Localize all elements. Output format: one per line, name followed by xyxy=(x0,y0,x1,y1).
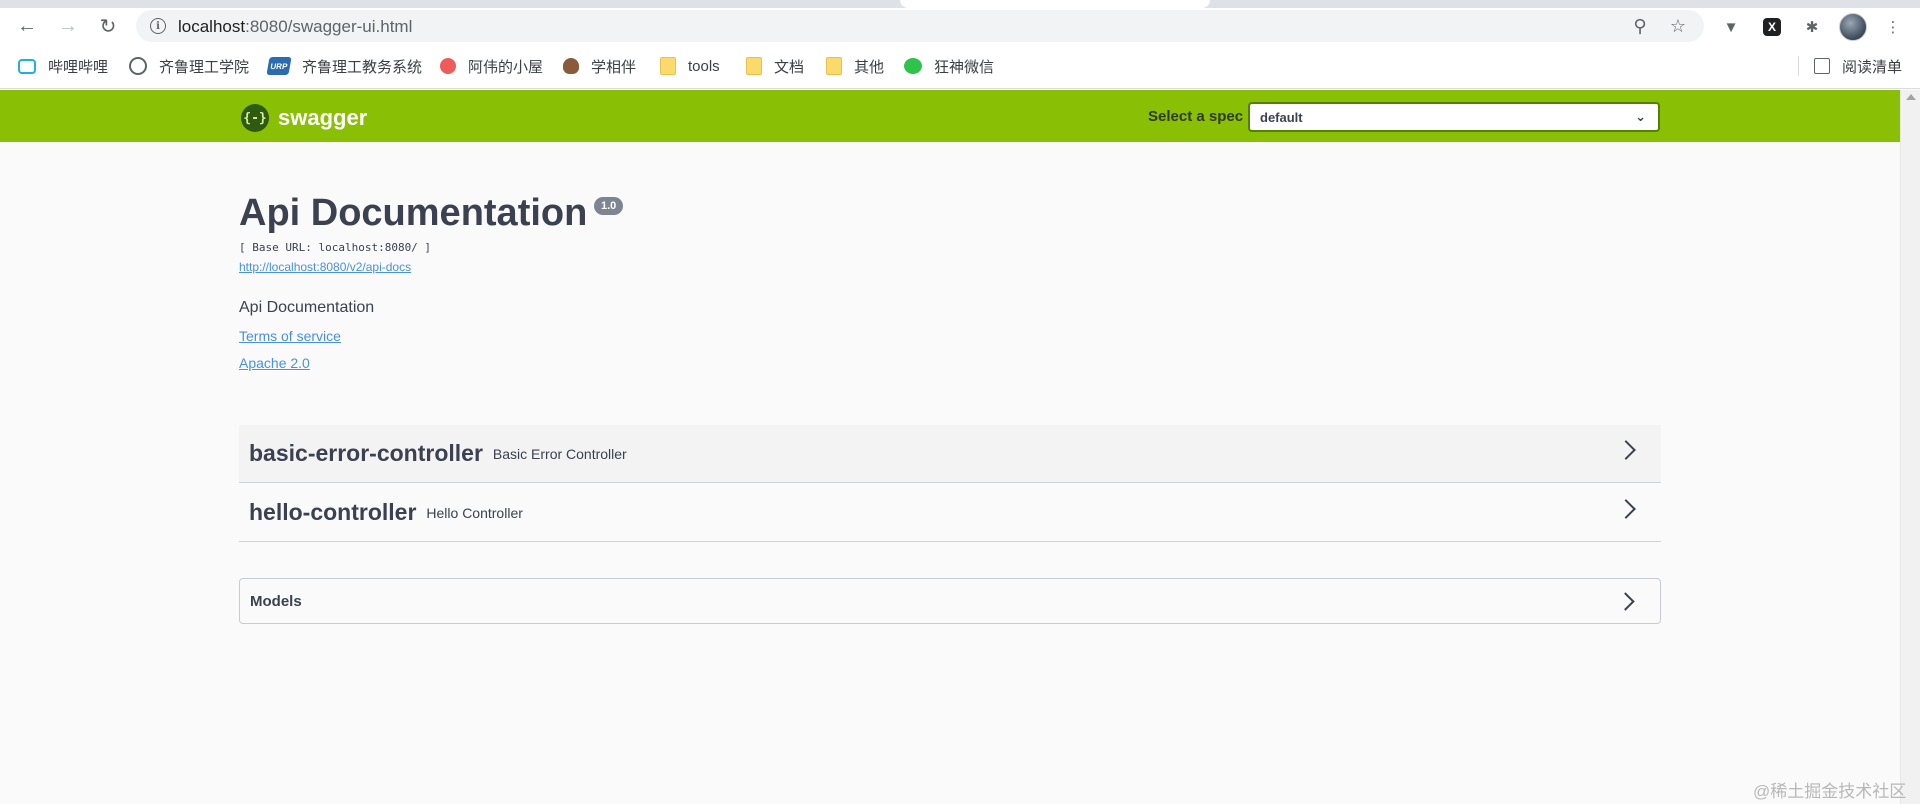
base-url: [ Base URL: localhost:8080/ ] xyxy=(239,241,432,254)
folder-icon xyxy=(660,57,676,75)
swagger-page: {-} swagger Select a spec default ⌄ Api … xyxy=(0,90,1900,804)
zoom-icon[interactable]: ⚲ xyxy=(1630,16,1650,36)
watermark: @稀土掘金技术社区 xyxy=(1753,782,1907,801)
url-host: localhost xyxy=(178,17,246,36)
extensions-puzzle-icon[interactable]: ✱ xyxy=(1801,16,1823,38)
api-description: Api Documentation xyxy=(239,299,375,316)
bookmark-label: tools xyxy=(688,57,720,75)
back-icon[interactable]: ← xyxy=(13,12,41,40)
bookmark-label: 齐鲁理工学院 xyxy=(159,58,250,76)
bookmark-label: 其他 xyxy=(854,58,885,76)
bookmark-label: 齐鲁理工教务系统 xyxy=(302,58,423,76)
bookmark-xuexiangban[interactable]: 学相伴 xyxy=(563,54,636,78)
swagger-logo-icon: {-} xyxy=(241,104,269,132)
browser-toolbar: ← → ↻ i localhost:8080/swagger-ui.html ⚲… xyxy=(0,8,1920,44)
license-link[interactable]: Apache 2.0 xyxy=(239,355,310,371)
vue-devtools-icon[interactable]: ▼ xyxy=(1720,16,1742,38)
terms-of-service-link[interactable]: Terms of service xyxy=(239,328,341,344)
controller-name: basic-error-controller xyxy=(249,440,483,466)
folder-icon xyxy=(746,57,762,75)
globe-icon xyxy=(129,57,147,75)
urp-icon: URP xyxy=(266,57,292,75)
active-tab[interactable] xyxy=(900,0,1210,8)
bookmark-docs[interactable]: 文档 xyxy=(746,54,804,78)
bookmark-label: 阿伟的小屋 xyxy=(468,58,544,76)
select-spec-label: Select a spec xyxy=(1148,108,1244,125)
avatar-icon xyxy=(563,58,579,74)
url-text[interactable]: localhost:8080/swagger-ui.html xyxy=(178,17,412,37)
controller-section-hello[interactable]: hello-controller Hello Controller xyxy=(239,484,1661,542)
controller-name: hello-controller xyxy=(249,499,417,525)
reload-icon[interactable]: ↻ xyxy=(94,12,122,40)
controller-section-basic-error[interactable]: basic-error-controller Basic Error Contr… xyxy=(239,425,1661,483)
bookmarks-bar: 哔哩哔哩 齐鲁理工学院 URP 齐鲁理工教务系统 阿伟的小屋 学相伴 tools … xyxy=(0,44,1920,89)
page-scrollbar[interactable] xyxy=(1900,90,1920,804)
spec-select[interactable]: default ⌄ xyxy=(1248,102,1660,132)
swagger-logo-text: swagger xyxy=(278,105,368,130)
url-path: :8080/swagger-ui.html xyxy=(245,17,413,36)
bookmark-bilibili[interactable]: 哔哩哔哩 xyxy=(18,54,108,78)
reading-list-icon xyxy=(1814,58,1830,74)
bookmark-wechat[interactable]: 狂神微信 xyxy=(904,54,994,78)
controller-description: Basic Error Controller xyxy=(492,445,627,462)
chevron-right-icon[interactable] xyxy=(1616,440,1636,460)
extension-x-icon[interactable]: X xyxy=(1763,18,1781,36)
bookmark-label: 狂神微信 xyxy=(934,58,995,76)
controller-description: Hello Controller xyxy=(426,504,523,521)
reading-list[interactable]: 阅读清单 xyxy=(1814,54,1902,78)
swagger-topbar: {-} swagger Select a spec default ⌄ xyxy=(0,90,1900,142)
bookmark-star-icon[interactable]: ☆ xyxy=(1668,16,1688,36)
bookmark-other[interactable]: 其他 xyxy=(826,54,884,78)
models-section[interactable]: Models xyxy=(239,578,1661,624)
bookmark-awei[interactable]: 阿伟的小屋 xyxy=(440,54,543,78)
address-bar[interactable]: i localhost:8080/swagger-ui.html ⚲ ☆ xyxy=(136,10,1704,42)
api-docs-link[interactable]: http://localhost:8080/v2/api-docs xyxy=(239,260,411,274)
tab-strip xyxy=(0,0,1920,8)
scroll-up-icon[interactable] xyxy=(1906,94,1916,100)
models-label: Models xyxy=(250,593,302,610)
wechat-icon xyxy=(904,58,922,74)
bookmark-label: 学相伴 xyxy=(591,58,637,76)
spec-select-value: default xyxy=(1260,110,1303,125)
chevron-right-icon[interactable] xyxy=(1616,592,1635,611)
chevron-right-icon[interactable] xyxy=(1616,499,1636,519)
site-info-icon[interactable]: i xyxy=(150,18,166,34)
version-badge: 1.0 xyxy=(594,197,624,215)
bookmark-label: 文档 xyxy=(774,58,805,76)
folder-icon xyxy=(826,57,842,75)
reading-list-label: 阅读清单 xyxy=(1842,58,1903,76)
swagger-logo[interactable]: {-} swagger xyxy=(241,104,367,132)
peach-icon xyxy=(440,58,456,74)
bookmark-qilu-edu[interactable]: URP 齐鲁理工教务系统 xyxy=(266,54,423,78)
bookmark-label: 哔哩哔哩 xyxy=(48,58,109,76)
bookmark-divider xyxy=(1798,56,1799,76)
chevron-down-icon: ⌄ xyxy=(1635,109,1646,124)
menu-kebab-icon[interactable]: ⋮ xyxy=(1882,16,1904,38)
bilibili-icon xyxy=(18,58,36,74)
bookmark-qilu[interactable]: 齐鲁理工学院 xyxy=(129,54,249,78)
profile-avatar[interactable] xyxy=(1839,13,1867,41)
bookmark-tools[interactable]: tools xyxy=(660,54,720,78)
page-title: Api Documentation xyxy=(239,192,588,234)
forward-icon[interactable]: → xyxy=(54,12,82,40)
